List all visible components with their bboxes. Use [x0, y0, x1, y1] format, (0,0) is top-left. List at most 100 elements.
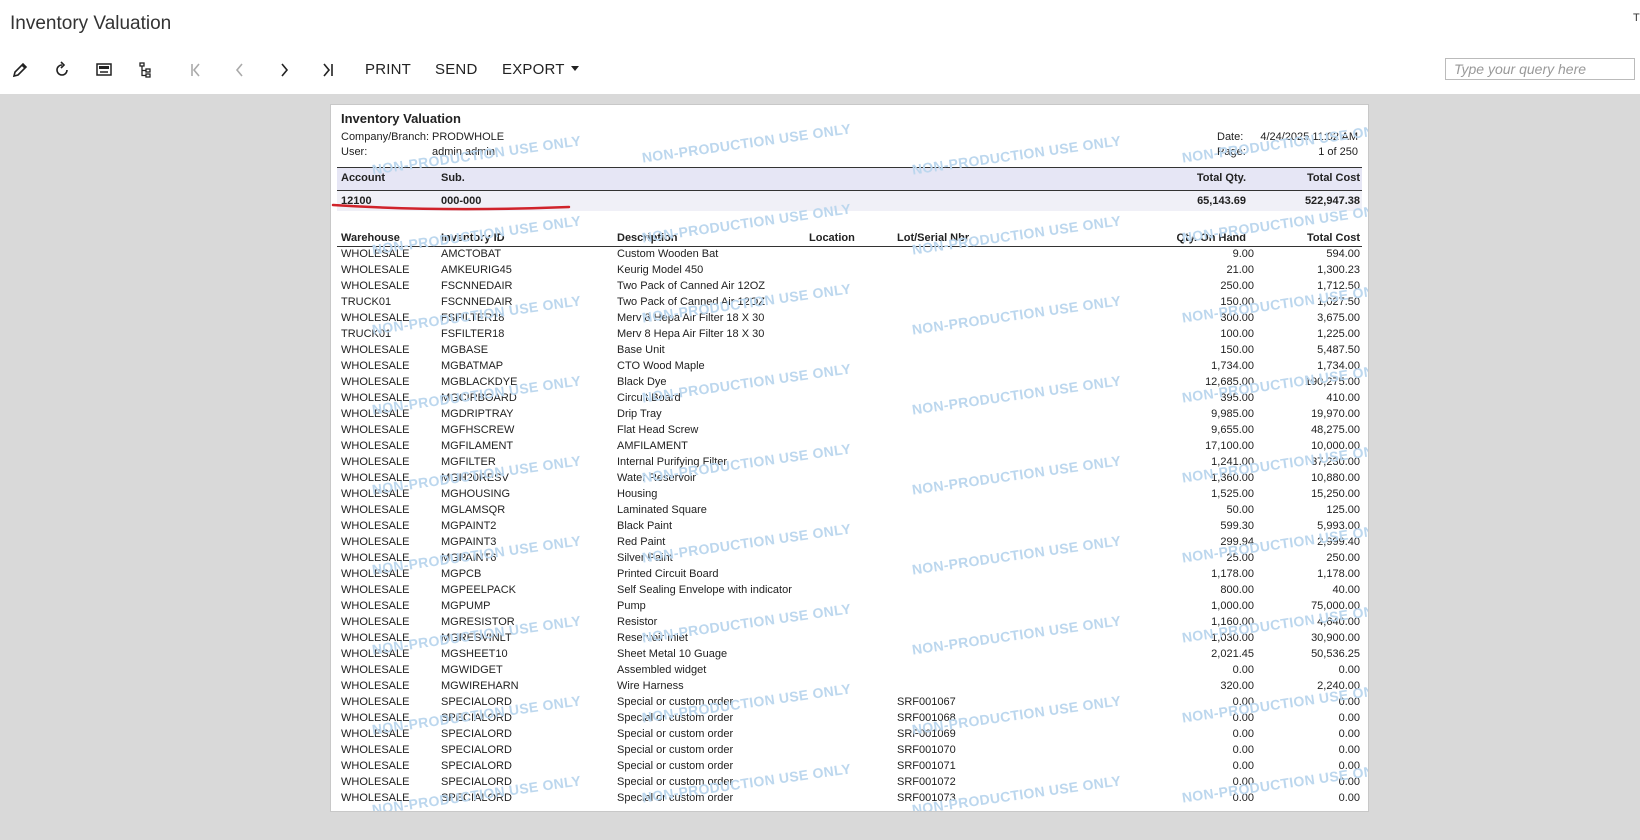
description-cell: Drip Tray — [617, 408, 662, 420]
table-row: WHOLESALE MGPCB Printed Circuit Board 1,178… — [331, 567, 1368, 583]
inventory-id-cell: MGPAINT2 — [441, 520, 497, 532]
watermark-text: NON-PRODUCTION USE ONLY — [1180, 120, 1369, 166]
user-value: admin admin — [432, 146, 495, 158]
description-cell: Laminated Square — [617, 504, 707, 516]
qty-on-hand-cell: 1,178.00 — [1211, 568, 1254, 580]
total-cost-cell: 1,225.00 — [1317, 328, 1360, 340]
inventory-id-cell: MGPAINT3 — [441, 536, 497, 548]
table-row: WHOLESALE SPECIALORD Special or custom ord… — [331, 775, 1368, 791]
inventory-id-cell: MGPEELPACK — [441, 584, 516, 596]
qty-on-hand-cell: 9.00 — [1232, 248, 1254, 260]
description-cell: Assembled widget — [617, 664, 707, 676]
inventory-id-cell: FSCNNEDAIR — [441, 296, 513, 308]
table-row: WHOLESALE MGHOUSING Housing 1,525.00 15,250.… — [331, 487, 1368, 503]
table-row: WHOLESALE AMCTOBAT Custom Wooden Bat 9.00 59… — [331, 247, 1368, 263]
total-cost-header: Total Cost — [1307, 172, 1360, 184]
description-cell: Black Paint — [617, 520, 673, 532]
inventory-id-cell: MGBASE — [441, 344, 489, 356]
inventory-id-cell: MGRESVINLT — [441, 632, 512, 644]
send-button[interactable]: SEND — [435, 61, 477, 78]
total-cost-cell: 0.00 — [1338, 792, 1360, 804]
col-total-cost: Total Cost — [1307, 232, 1360, 244]
inventory-id-cell: MGFILTER — [441, 456, 496, 468]
table-row: WHOLESALE MGBATMAP CTO Wood Maple 1,734.00 1… — [331, 359, 1368, 375]
total-cost-cell: 1,712.50 — [1317, 280, 1360, 292]
qty-on-hand-cell: 0.00 — [1232, 776, 1254, 788]
table-row: WHOLESALE SPECIALORD Special or custom ord… — [331, 711, 1368, 727]
qty-on-hand-cell: 1,241.00 — [1211, 456, 1254, 468]
refresh-icon[interactable] — [50, 58, 74, 82]
page-value: 1 of 250 — [1318, 146, 1358, 158]
col-warehouse: Warehouse — [341, 232, 400, 244]
warehouse-cell: WHOLESALE — [341, 248, 410, 260]
qty-on-hand-cell: 1,030.00 — [1211, 632, 1254, 644]
warehouse-cell: WHOLESALE — [341, 424, 410, 436]
table-row: TRUCK01 FSCNNEDAIR Two Pack of Canned Air … — [331, 295, 1368, 311]
warehouse-cell: WHOLESALE — [341, 600, 410, 612]
description-cell: Special or custom order — [617, 792, 734, 804]
warehouse-cell: WHOLESALE — [341, 664, 410, 676]
print-button[interactable]: PRINT — [365, 61, 411, 78]
warehouse-cell: WHOLESALE — [341, 504, 410, 516]
inventory-id-cell: MGH20RESV — [441, 472, 509, 484]
warehouse-cell: WHOLESALE — [341, 552, 410, 564]
lot-serial-cell: SRF001071 — [897, 760, 956, 772]
table-row: WHOLESALE MGRESISTOR Resistor 1,160.00 4,640… — [331, 615, 1368, 631]
warehouse-cell: WHOLESALE — [341, 536, 410, 548]
qty-on-hand-cell: 17,100.00 — [1205, 440, 1254, 452]
table-row: WHOLESALE MGFILTER Internal Purifying Filt… — [331, 455, 1368, 471]
description-cell: Housing — [617, 488, 658, 500]
table-row: WHOLESALE MGPAINT2 Black Paint 599.30 5,993.… — [331, 519, 1368, 535]
warehouse-cell: WHOLESALE — [341, 616, 410, 628]
lot-serial-cell: SRF001069 — [897, 728, 956, 740]
last-page-icon[interactable] — [316, 58, 340, 82]
inventory-id-cell: MGSHEET10 — [441, 648, 508, 660]
inventory-id-cell: MGWIREHARN — [441, 680, 519, 692]
inventory-id-cell: AMCTOBAT — [441, 248, 502, 260]
total-cost-cell: 1,027.50 — [1317, 296, 1360, 308]
table-row: WHOLESALE MGLAMSQR Laminated Square 50.00 12… — [331, 503, 1368, 519]
first-page-icon[interactable] — [184, 58, 208, 82]
export-button[interactable]: EXPORT — [502, 61, 579, 78]
description-cell: Red Paint — [617, 536, 666, 548]
warehouse-cell: WHOLESALE — [341, 776, 410, 788]
inventory-id-cell: MGWIDGET — [441, 664, 503, 676]
qty-on-hand-cell: 9,985.00 — [1211, 408, 1254, 420]
col-location: Location — [809, 232, 855, 244]
table-row: WHOLESALE MGFHSCREW Flat Head Screw 9,655.0… — [331, 423, 1368, 439]
keyboard-icon[interactable] — [92, 58, 116, 82]
warehouse-cell: WHOLESALE — [341, 728, 410, 740]
inventory-id-cell: SPECIALORD — [441, 760, 512, 772]
inventory-id-cell: FSCNNEDAIR — [441, 280, 513, 292]
total-cost-cell: 1,178.00 — [1317, 568, 1360, 580]
inventory-id-cell: MGRESISTOR — [441, 616, 515, 628]
description-cell: Custom Wooden Bat — [617, 248, 719, 260]
report-page: Inventory Valuation Company/Branch: PROD… — [330, 104, 1369, 812]
warehouse-cell: WHOLESALE — [341, 344, 410, 356]
warehouse-cell: WHOLESALE — [341, 680, 410, 692]
inventory-id-cell: MGPCB — [441, 568, 482, 580]
description-cell: Merv 8 Hepa Air Filter 18 X 30 — [617, 328, 765, 340]
inventory-id-cell: MGPAINT6 — [441, 552, 497, 564]
description-cell: Two Pack of Canned Air 12OZ — [617, 280, 765, 292]
warehouse-cell: WHOLESALE — [341, 408, 410, 420]
pencil-icon[interactable] — [8, 58, 32, 82]
description-cell: Resistor — [617, 616, 658, 628]
description-cell: Internal Purifying Filter — [617, 456, 728, 468]
table-row: WHOLESALE SPECIALORD Special or custom ord… — [331, 759, 1368, 775]
warehouse-cell: WHOLESALE — [341, 744, 410, 756]
prev-page-icon[interactable] — [228, 58, 252, 82]
page-title: Inventory Valuation — [10, 13, 172, 34]
tree-icon[interactable] — [134, 58, 158, 82]
date-value: 4/24/2025 11:02 AM — [1260, 131, 1358, 143]
col-inventory-id: Inventory ID — [441, 232, 505, 244]
inventory-id-cell: MGPUMP — [441, 600, 491, 612]
qty-on-hand-cell: 50.00 — [1226, 504, 1254, 516]
qty-on-hand-cell: 100.00 — [1220, 328, 1254, 340]
table-row: WHOLESALE SPECIALORD Special or custom ord… — [331, 743, 1368, 759]
description-cell: Water Reservoir — [617, 472, 697, 484]
qty-on-hand-cell: 599.30 — [1220, 520, 1254, 532]
next-page-icon[interactable] — [272, 58, 296, 82]
inventory-id-cell: MGFILAMENT — [441, 440, 514, 452]
search-input[interactable] — [1445, 58, 1635, 80]
